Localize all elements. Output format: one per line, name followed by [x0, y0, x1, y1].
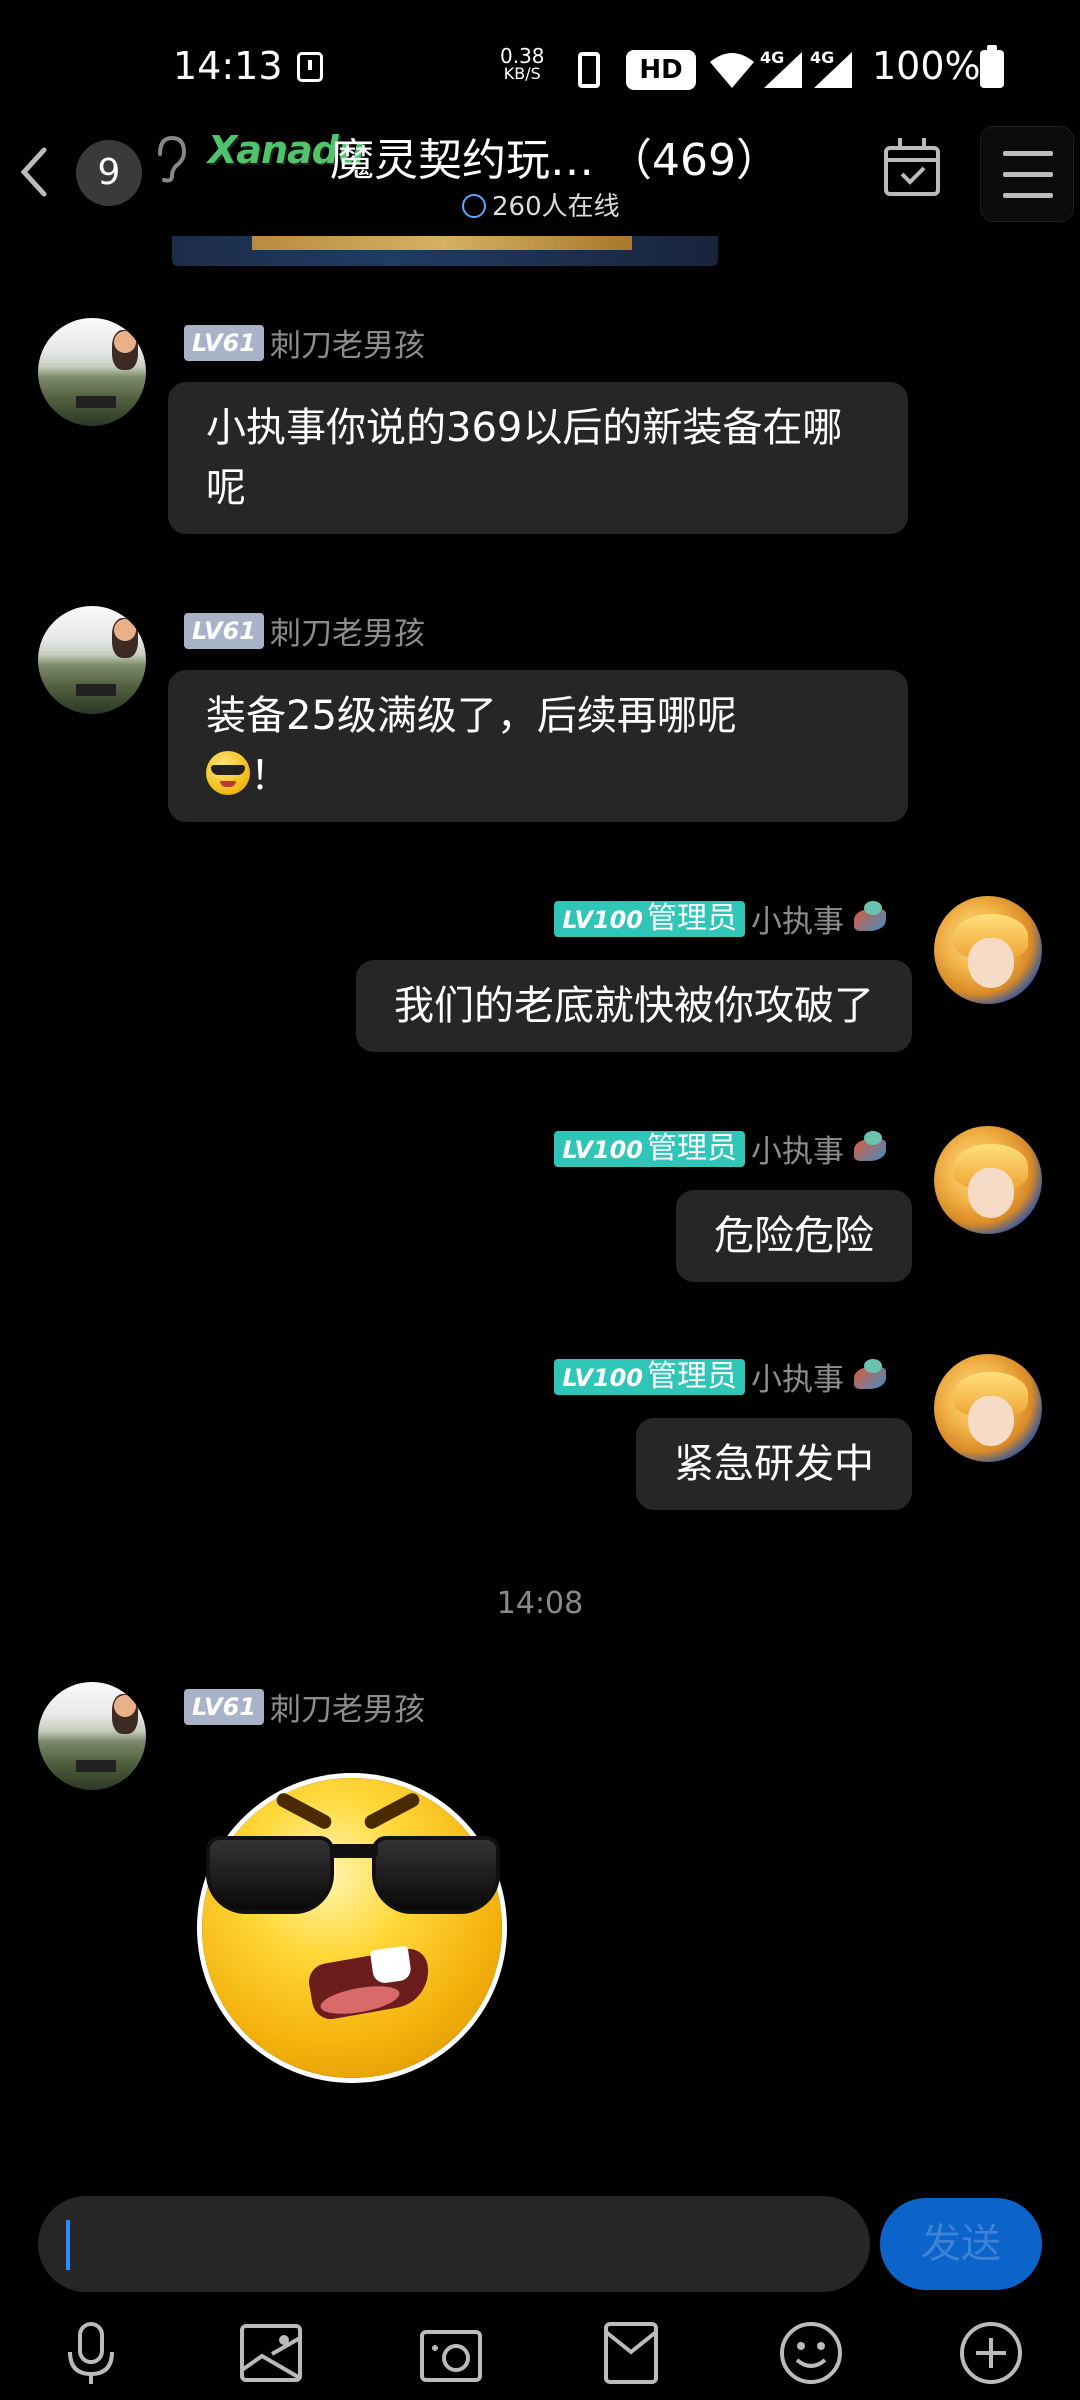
nickname[interactable]: 小执事 — [751, 1362, 844, 1398]
avatar[interactable] — [934, 896, 1042, 1004]
menu-icon — [1003, 151, 1053, 156]
message-input[interactable] — [38, 2196, 870, 2292]
previous-image-message[interactable] — [172, 236, 718, 266]
cool-emoji-sticker[interactable] — [202, 1778, 508, 2078]
red-packet-icon[interactable] — [596, 2318, 666, 2388]
net-speed-value: 0.38 — [500, 44, 545, 68]
group-title[interactable]: 魔灵契约玩… （469） — [330, 124, 780, 188]
sender-line: LV100 管理员 小执事 — [554, 1354, 894, 1399]
dragon-badge-icon — [850, 900, 894, 937]
avatar[interactable] — [38, 318, 146, 426]
level-badge: LV61 — [184, 612, 264, 649]
sender-line: LV61 刺刀老男孩 — [184, 1684, 425, 1729]
level-badge: LV61 — [184, 1688, 264, 1725]
menu-button[interactable] — [980, 126, 1074, 222]
sender-line: LV61 刺刀老男孩 — [184, 320, 425, 365]
message-bubble[interactable]: 小执事你说的369以后的新装备在哪呢 — [168, 382, 908, 534]
message-text: 我们的老底就快被你攻破了 — [394, 983, 874, 1029]
time-divider: 14:08 — [496, 1586, 584, 1621]
battery-level: 100% — [872, 44, 981, 88]
plus-icon[interactable] — [956, 2318, 1026, 2388]
hd-label: HD — [639, 55, 683, 85]
nickname[interactable]: 小执事 — [751, 1134, 844, 1170]
message-text: 小执事你说的369以后的新装备在哪呢 — [206, 405, 843, 511]
level-badge: LV100 管理员 — [554, 1130, 745, 1167]
sunglasses-emoji-icon — [206, 751, 250, 795]
message-text: 紧急研发中 — [674, 1441, 874, 1487]
admin-role: 管理员 — [647, 1358, 737, 1394]
dragon-badge-icon — [850, 1130, 894, 1167]
sender-line: LV100 管理员 小执事 — [554, 896, 894, 941]
message-bubble[interactable]: 紧急研发中 — [636, 1418, 912, 1510]
message-text-suffix: ！ — [250, 753, 290, 799]
level-badge: LV100 管理员 — [554, 1358, 745, 1395]
online-count-label: 260人在线 — [492, 192, 620, 222]
avatar[interactable] — [934, 1354, 1042, 1462]
dragon-badge-icon — [850, 1358, 894, 1395]
phone-icon — [578, 52, 600, 88]
message-text: 装备25级满级了，后续再哪呢 — [206, 693, 737, 739]
text-caret — [66, 2220, 70, 2270]
sender-line: LV61 刺刀老男孩 — [184, 608, 425, 653]
download-icon — [297, 52, 323, 82]
emoji-icon[interactable] — [776, 2318, 846, 2388]
hd-badge: HD — [626, 50, 696, 90]
avatar[interactable] — [38, 1682, 146, 1790]
avatar[interactable] — [934, 1126, 1042, 1234]
level-badge: LV100 管理员 — [554, 900, 745, 937]
image-banner — [252, 236, 632, 250]
admin-role: 管理员 — [647, 900, 737, 936]
online-count: 260人在线 — [462, 186, 620, 223]
camera-icon[interactable] — [416, 2318, 486, 2388]
message-text: 危险危险 — [714, 1213, 874, 1259]
sender-line: LV100 管理员 小执事 — [554, 1126, 894, 1171]
net-speed-unit: KB/S — [503, 64, 541, 83]
avatar[interactable] — [38, 606, 146, 714]
back-button[interactable] — [14, 144, 54, 204]
chevron-down-circle-icon — [462, 194, 486, 218]
image-icon[interactable] — [236, 2318, 306, 2388]
microphone-icon[interactable] — [56, 2318, 126, 2388]
unread-badge[interactable]: 9 — [76, 140, 142, 206]
chevron-left-icon — [20, 147, 47, 197]
message-bubble[interactable]: 装备25级满级了，后续再哪呢 ！ — [168, 670, 908, 822]
message-bubble[interactable]: 危险危险 — [676, 1190, 912, 1282]
calendar-check-icon[interactable] — [884, 138, 940, 196]
send-button[interactable]: 发送 — [880, 2198, 1042, 2290]
admin-role: 管理员 — [647, 1130, 737, 1166]
nickname[interactable]: 刺刀老男孩 — [270, 1692, 425, 1728]
nickname[interactable]: 刺刀老男孩 — [270, 328, 425, 364]
nickname[interactable]: 刺刀老男孩 — [270, 616, 425, 652]
nickname[interactable]: 小执事 — [751, 904, 844, 940]
net-speed: 0.38 KB/S — [500, 46, 545, 82]
level-badge: LV61 — [184, 324, 264, 361]
message-bubble[interactable]: 我们的老底就快被你攻破了 — [356, 960, 912, 1052]
battery-icon — [980, 45, 1004, 88]
ear-icon[interactable] — [152, 134, 188, 194]
wifi-icon — [708, 50, 756, 94]
status-time: 14:13 — [173, 44, 283, 88]
